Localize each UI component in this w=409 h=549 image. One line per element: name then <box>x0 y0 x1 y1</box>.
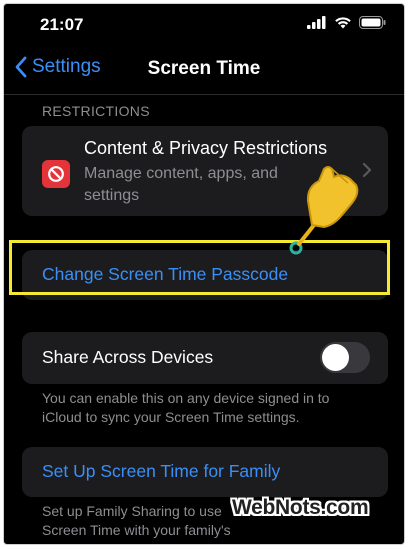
share-across-devices-label: Share Across Devices <box>42 347 214 367</box>
watermark: WebNots.com <box>232 496 369 519</box>
restrictions-subtitle: Manage content, apps, and settings <box>84 165 278 204</box>
share-footer-note: You can enable this on any device signed… <box>42 390 330 425</box>
share-across-devices-toggle[interactable] <box>320 342 370 373</box>
family-footer-note: Set up Family Sharing to use Screen Time… <box>42 503 231 544</box>
hand-pointer-icon <box>289 166 359 255</box>
change-passcode-button[interactable]: Change Screen Time Passcode <box>22 250 388 300</box>
phone-screen: 21:07 Settings Screen Time RESTRICTIONS … <box>3 3 405 545</box>
set-up-family-label: Set Up Screen Time for Family <box>42 461 281 481</box>
wifi-icon <box>335 17 351 29</box>
nav-divider <box>4 94 404 95</box>
set-up-family-button[interactable]: Set Up Screen Time for Family <box>22 447 388 497</box>
navigation-bar: Settings Screen Time <box>4 48 404 92</box>
cellular-signal-icon <box>307 16 326 29</box>
status-icons <box>307 16 386 29</box>
page-title: Screen Time <box>147 58 261 79</box>
share-across-devices-row: Share Across Devices <box>22 332 388 384</box>
restrictions-section-header: RESTRICTIONS <box>42 103 150 119</box>
restriction-icon <box>42 160 70 188</box>
status-bar: 21:07 <box>4 4 404 44</box>
change-passcode-label: Change Screen Time Passcode <box>42 264 289 284</box>
status-time: 21:07 <box>40 15 84 34</box>
battery-icon <box>359 16 386 29</box>
restrictions-title: Content & Privacy Restrictions <box>84 138 328 158</box>
toggle-knob <box>322 344 349 371</box>
